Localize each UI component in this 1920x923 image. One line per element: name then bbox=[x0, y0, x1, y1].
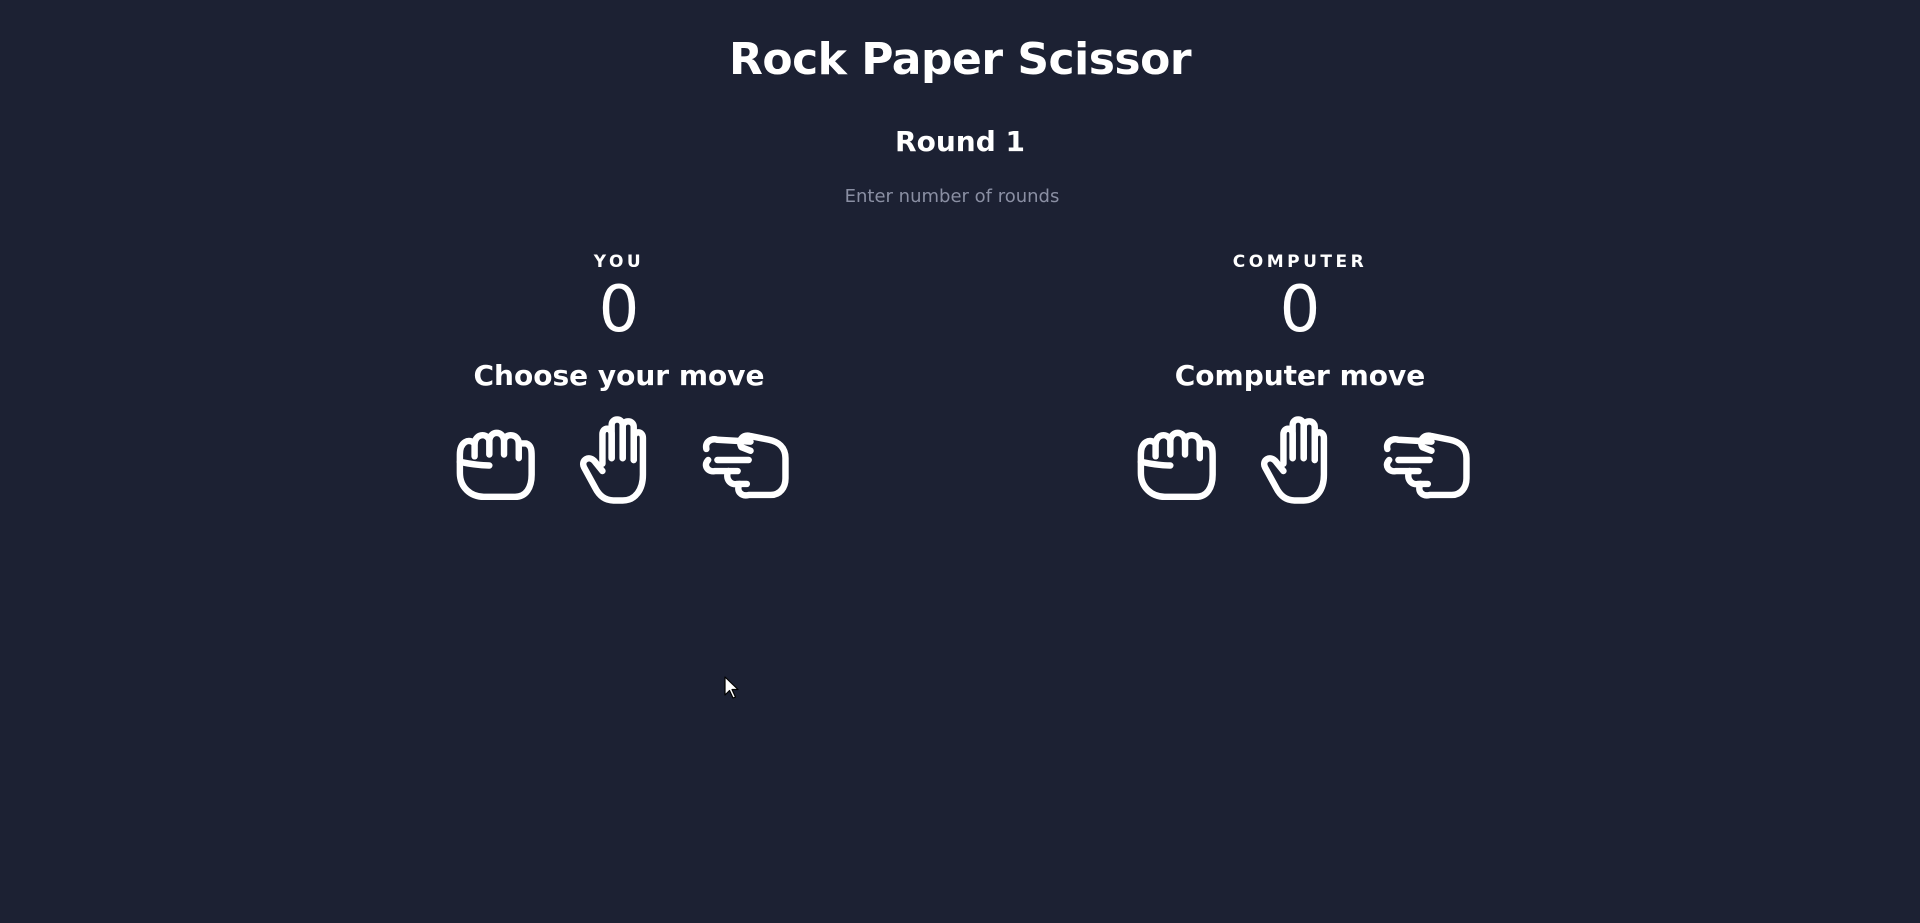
rock-icon bbox=[1137, 429, 1216, 501]
player-scissors-button[interactable] bbox=[699, 414, 791, 506]
computer-rock bbox=[1128, 414, 1220, 506]
player-paper-button[interactable] bbox=[573, 414, 665, 506]
computer-label: COMPUTER bbox=[1232, 252, 1368, 272]
player-label: YOU bbox=[593, 252, 645, 272]
player-rock-button[interactable] bbox=[447, 414, 539, 506]
page-title: Rock Paper Scissor bbox=[728, 34, 1192, 85]
computer-move-heading: Computer move bbox=[1174, 359, 1426, 392]
computer-scissors bbox=[1380, 414, 1472, 506]
player-moves bbox=[419, 414, 819, 506]
player-panel: YOU 0 Choose your move bbox=[419, 252, 819, 506]
scissors-icon bbox=[1383, 432, 1470, 499]
computer-paper bbox=[1254, 414, 1346, 506]
computer-panel: COMPUTER 0 Computer move bbox=[1100, 252, 1500, 506]
player-move-heading: Choose your move bbox=[473, 359, 765, 392]
mouse-cursor-icon bbox=[724, 676, 739, 699]
rock-icon bbox=[456, 429, 535, 501]
paper-icon bbox=[580, 416, 647, 504]
game-page: Rock Paper Scissor Round 1 YOU 0 Choose … bbox=[0, 0, 1920, 923]
computer-score: 0 bbox=[1279, 273, 1321, 347]
scissors-icon bbox=[702, 432, 789, 499]
round-label: Round 1 bbox=[895, 125, 1025, 158]
computer-moves bbox=[1100, 414, 1500, 506]
paper-icon bbox=[1261, 416, 1328, 504]
rounds-input[interactable] bbox=[790, 180, 1114, 212]
player-score: 0 bbox=[598, 273, 640, 347]
